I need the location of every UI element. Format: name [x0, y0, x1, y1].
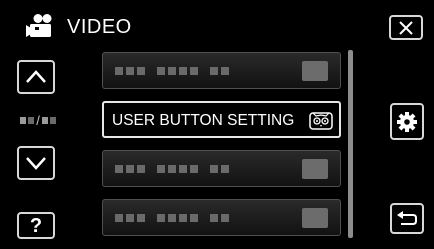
return-icon: [397, 210, 417, 225]
chevron-down-icon: [26, 157, 46, 170]
placeholder-icon: [302, 208, 328, 228]
scrollbar[interactable]: [348, 50, 353, 238]
menu-item-3[interactable]: [102, 150, 341, 187]
menu-item-label: USER BUTTON SETTING: [112, 112, 295, 129]
close-button[interactable]: [389, 15, 423, 40]
menu-item-1[interactable]: [102, 52, 341, 89]
placeholder-text: [115, 214, 229, 222]
page-title: VIDEO: [67, 16, 132, 38]
placeholder-text: [115, 165, 229, 173]
chevron-up-icon: [26, 70, 46, 83]
scroll-up-button[interactable]: [17, 60, 55, 94]
placeholder-icon: [302, 159, 328, 179]
settings-button[interactable]: [390, 103, 424, 140]
placeholder-icon: [302, 61, 328, 81]
page-indicator-separator: /: [36, 112, 40, 128]
page-indicator-total: [41, 116, 48, 124]
gear-icon: [397, 111, 417, 132]
video-camera-icon: [26, 13, 56, 39]
menu-item-4[interactable]: [102, 199, 341, 236]
back-button[interactable]: [390, 203, 424, 234]
help-button[interactable]: ?: [17, 212, 55, 239]
scroll-down-button[interactable]: [17, 146, 55, 180]
page-indicator-current: [20, 116, 27, 124]
close-icon: [399, 20, 413, 35]
page-indicator: /: [20, 113, 56, 127]
help-label: ?: [29, 214, 43, 237]
menu-item-user-button-setting[interactable]: USER BUTTON SETTING: [102, 101, 341, 138]
placeholder-text: [115, 67, 229, 75]
page-indicator-current-sub: [28, 116, 35, 124]
page-indicator-total-sub: [49, 116, 56, 124]
owl-icon: [309, 112, 333, 130]
